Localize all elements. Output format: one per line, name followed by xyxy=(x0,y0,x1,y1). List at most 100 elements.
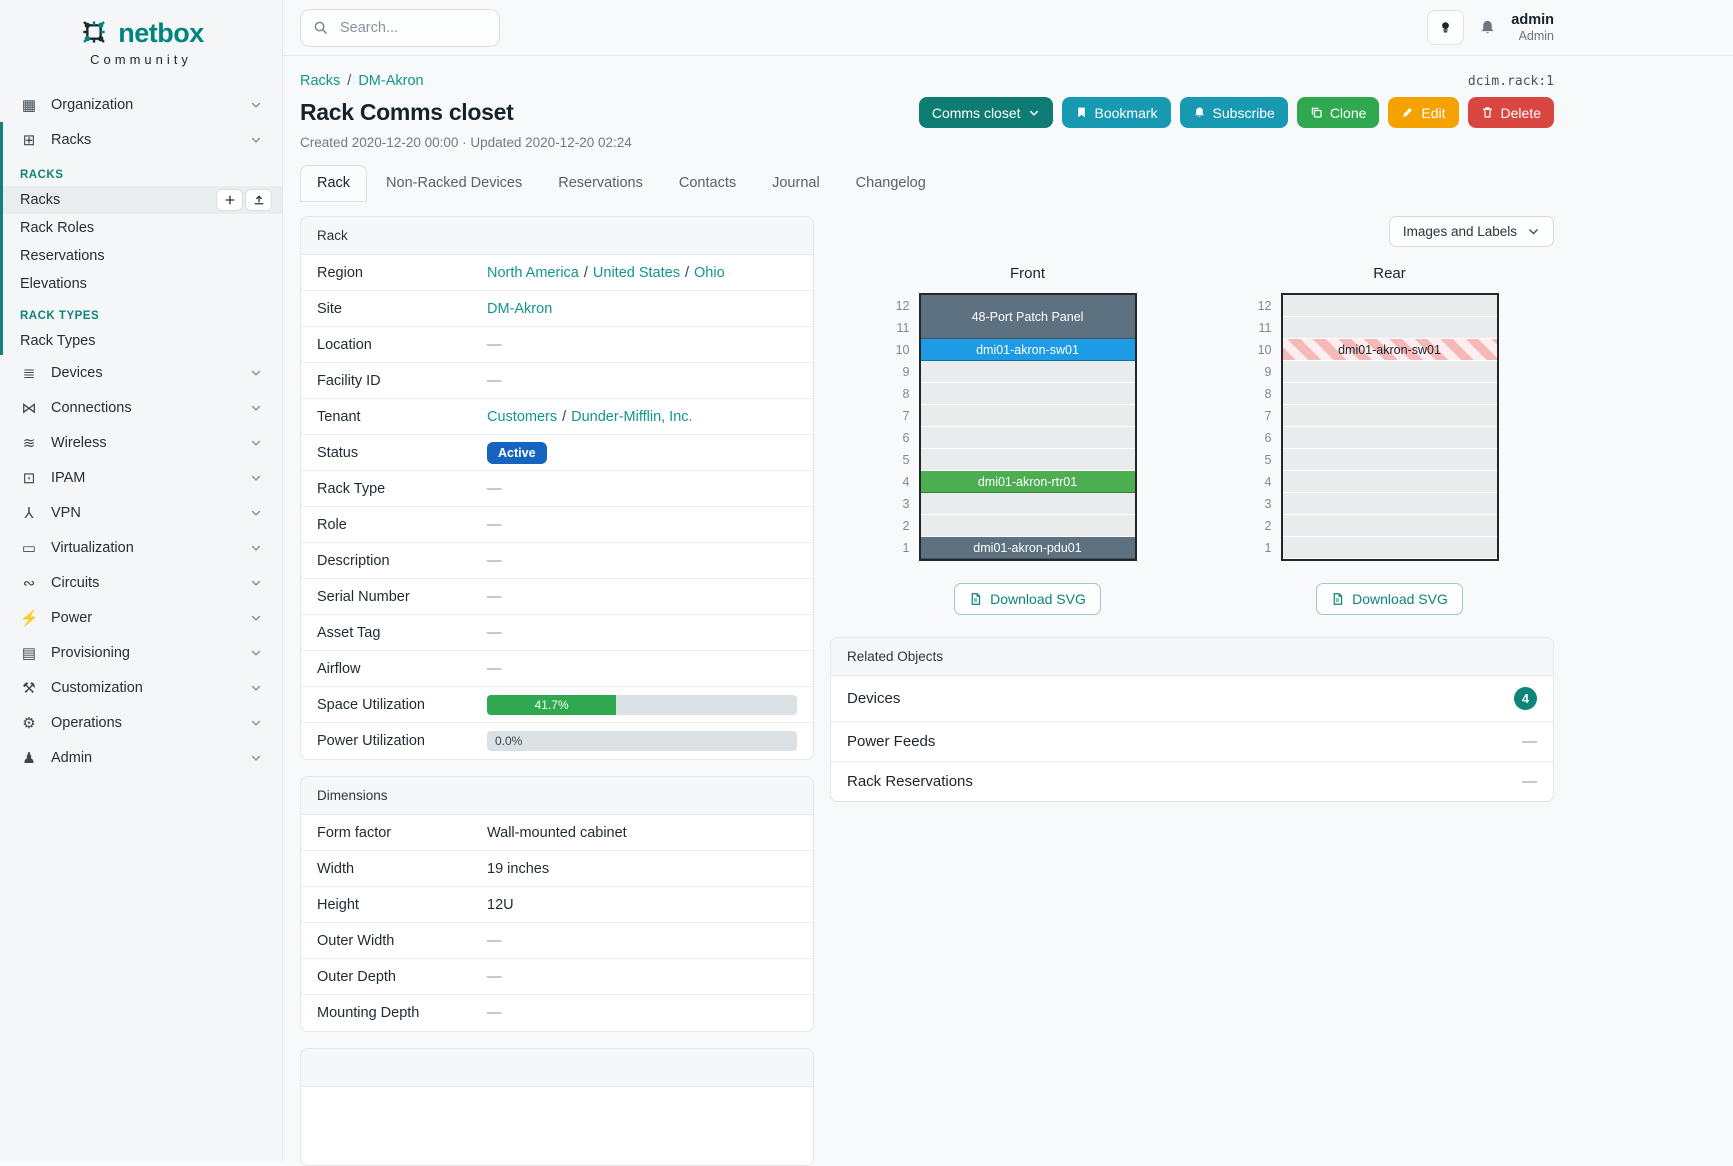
sidebar-group-provisioning[interactable]: ▤Provisioning xyxy=(0,635,282,670)
rack-slot-empty[interactable] xyxy=(921,427,1135,449)
dimensions-panel-title: Dimensions xyxy=(301,777,813,815)
edit-button[interactable]: Edit xyxy=(1388,97,1458,128)
breadcrumb-link[interactable]: Racks xyxy=(300,73,340,89)
netbox-logo[interactable]: netbox Community xyxy=(0,0,282,73)
rack-slot-empty[interactable] xyxy=(1283,493,1497,515)
sidebar-group-virtualization[interactable]: ▭Virtualization xyxy=(0,530,282,565)
unit-number: 12 xyxy=(886,295,910,317)
clone-button[interactable]: Clone xyxy=(1297,97,1380,128)
sidebar-group-circuits[interactable]: ∾Circuits xyxy=(0,565,282,600)
tab-contacts[interactable]: Contacts xyxy=(662,165,753,202)
upload-icon xyxy=(253,194,265,206)
sidebar-group-power[interactable]: ⚡Power xyxy=(0,600,282,635)
sidebar-group-ipam[interactable]: ⊡IPAM xyxy=(0,460,282,495)
chevron-down-icon xyxy=(250,507,262,519)
rack-device-dmi01-akron-rtr01[interactable]: dmi01-akron-rtr01 xyxy=(921,471,1135,493)
user-menu[interactable]: admin Admin xyxy=(1511,11,1554,45)
add-button[interactable] xyxy=(216,189,243,211)
related-objects-rows: Devices4Power Feeds—Rack Reservations— xyxy=(831,676,1553,801)
subscribe-button[interactable]: Subscribe xyxy=(1180,97,1288,128)
tab-reservations[interactable]: Reservations xyxy=(541,165,660,202)
unit-number: 3 xyxy=(886,493,910,515)
download-svg-label: Download SVG xyxy=(990,591,1086,607)
attribute-row-outer-depth: Outer Depth— xyxy=(301,959,813,995)
tab-non-racked-devices[interactable]: Non-Racked Devices xyxy=(369,165,539,202)
rack-slot-empty[interactable] xyxy=(1283,471,1497,493)
rack-device-dmi01-akron-sw01[interactable]: dmi01-akron-sw01 xyxy=(921,339,1135,361)
tab-bar: RackNon-Racked DevicesReservationsContac… xyxy=(300,165,1554,202)
rack-slot-empty[interactable] xyxy=(921,361,1135,383)
rack-slot-empty[interactable] xyxy=(1283,449,1497,471)
attribute-row-tenant: TenantCustomers/Dunder-Mifflin, Inc. xyxy=(301,399,813,435)
attribute-value: North America/United States/Ohio xyxy=(487,265,797,281)
attribute-row-region: RegionNorth America/United States/Ohio xyxy=(301,255,813,291)
value-link[interactable]: Dunder-Mifflin, Inc. xyxy=(571,409,692,425)
value-link[interactable]: United States xyxy=(593,265,680,281)
comms-closet-button[interactable]: Comms closet xyxy=(919,97,1053,128)
related-row-rack-reservations[interactable]: Rack Reservations— xyxy=(831,762,1553,801)
sidebar-group-label: Devices xyxy=(51,365,103,381)
sidebar-group-customization[interactable]: ⚒Customization xyxy=(0,670,282,705)
rack-slot-empty[interactable] xyxy=(1283,383,1497,405)
search-input[interactable] xyxy=(338,19,478,37)
rear-download-svg-button[interactable]: Download SVG xyxy=(1316,583,1463,615)
rack-slot-empty[interactable] xyxy=(1283,537,1497,559)
rack-slot-empty[interactable] xyxy=(1283,427,1497,449)
value-link[interactable]: North America xyxy=(487,265,579,281)
sidebar-item-reservations[interactable]: Reservations xyxy=(3,242,282,270)
empty-value: — xyxy=(1522,733,1537,750)
sidebar-group-connections[interactable]: ⋈Connections xyxy=(0,390,282,425)
tab-changelog[interactable]: Changelog xyxy=(839,165,943,202)
rack-slot-empty[interactable] xyxy=(921,405,1135,427)
sidebar-item-rack-roles[interactable]: Rack Roles xyxy=(3,214,282,242)
sidebar-group-racks[interactable]: ⊞Racks xyxy=(3,122,282,157)
bookmark-button[interactable]: Bookmark xyxy=(1062,97,1171,128)
value-link[interactable]: Ohio xyxy=(694,265,725,281)
tab-journal[interactable]: Journal xyxy=(755,165,837,202)
rack-slot-empty[interactable] xyxy=(921,515,1135,537)
rack-slot-empty[interactable] xyxy=(1283,317,1497,339)
rack-device-48-port-patch-panel[interactable]: 48-Port Patch Panel xyxy=(921,295,1135,339)
notifications-button[interactable] xyxy=(1479,19,1496,36)
elevation-view-select[interactable]: Images and Labels xyxy=(1389,216,1554,247)
rack-slot-empty[interactable] xyxy=(921,493,1135,515)
attribute-row-form-factor: Form factorWall-mounted cabinet xyxy=(301,815,813,851)
rack-slot-empty[interactable] xyxy=(1283,515,1497,537)
rack-slot-empty[interactable] xyxy=(921,449,1135,471)
rack-device-dmi01-akron-sw01[interactable]: dmi01-akron-sw01 xyxy=(1283,339,1497,361)
sidebar-group-admin[interactable]: ♟Admin xyxy=(0,740,282,775)
sidebar-item-racks[interactable]: Racks xyxy=(3,186,282,214)
sidebar-item-elevations[interactable]: Elevations xyxy=(3,270,282,298)
rack-slot-empty[interactable] xyxy=(1283,405,1497,427)
rear-rack-elevation: dmi01-akron-sw01 xyxy=(1281,293,1499,561)
related-row-devices[interactable]: Devices4 xyxy=(831,676,1553,722)
import-button[interactable] xyxy=(245,189,272,211)
rear-unit-numbers: 121110987654321 xyxy=(1248,295,1272,561)
related-row-power-feeds[interactable]: Power Feeds— xyxy=(831,722,1553,762)
value-link[interactable]: DM-Akron xyxy=(487,301,552,317)
rack-slot-empty[interactable] xyxy=(1283,361,1497,383)
attribute-row-serial-number: Serial Number— xyxy=(301,579,813,615)
delete-button[interactable]: Delete xyxy=(1468,97,1554,128)
theme-toggle-button[interactable] xyxy=(1427,10,1464,45)
chevron-down-icon xyxy=(250,402,262,414)
rack-slot-empty[interactable] xyxy=(1283,295,1497,317)
sidebar-group-label: Circuits xyxy=(51,575,99,591)
value-link[interactable]: Customers xyxy=(487,409,557,425)
sidebar-group-wireless[interactable]: ≋Wireless xyxy=(0,425,282,460)
front-download-svg-button[interactable]: Download SVG xyxy=(954,583,1101,615)
rack-slot-empty[interactable] xyxy=(921,383,1135,405)
rack-device-dmi01-akron-pdu01[interactable]: dmi01-akron-pdu01 xyxy=(921,537,1135,559)
tab-rack[interactable]: Rack xyxy=(300,165,367,202)
chevron-down-icon xyxy=(250,682,262,694)
sidebar-group-devices[interactable]: ≣Devices xyxy=(0,355,282,390)
sidebar-group-organization[interactable]: ▦Organization xyxy=(0,87,282,122)
sidebar-group-vpn[interactable]: ⅄VPN xyxy=(0,495,282,530)
sidebar-item-rack-types[interactable]: Rack Types xyxy=(3,327,282,355)
attribute-row-mounting-depth: Mounting Depth— xyxy=(301,995,813,1031)
attribute-row-outer-width: Outer Width— xyxy=(301,923,813,959)
breadcrumb-link[interactable]: DM-Akron xyxy=(358,73,423,89)
sidebar: netbox Community ▦Organization⊞RacksRACK… xyxy=(0,0,283,1161)
unit-number: 7 xyxy=(1248,405,1272,427)
sidebar-group-operations[interactable]: ⚙Operations xyxy=(0,705,282,740)
